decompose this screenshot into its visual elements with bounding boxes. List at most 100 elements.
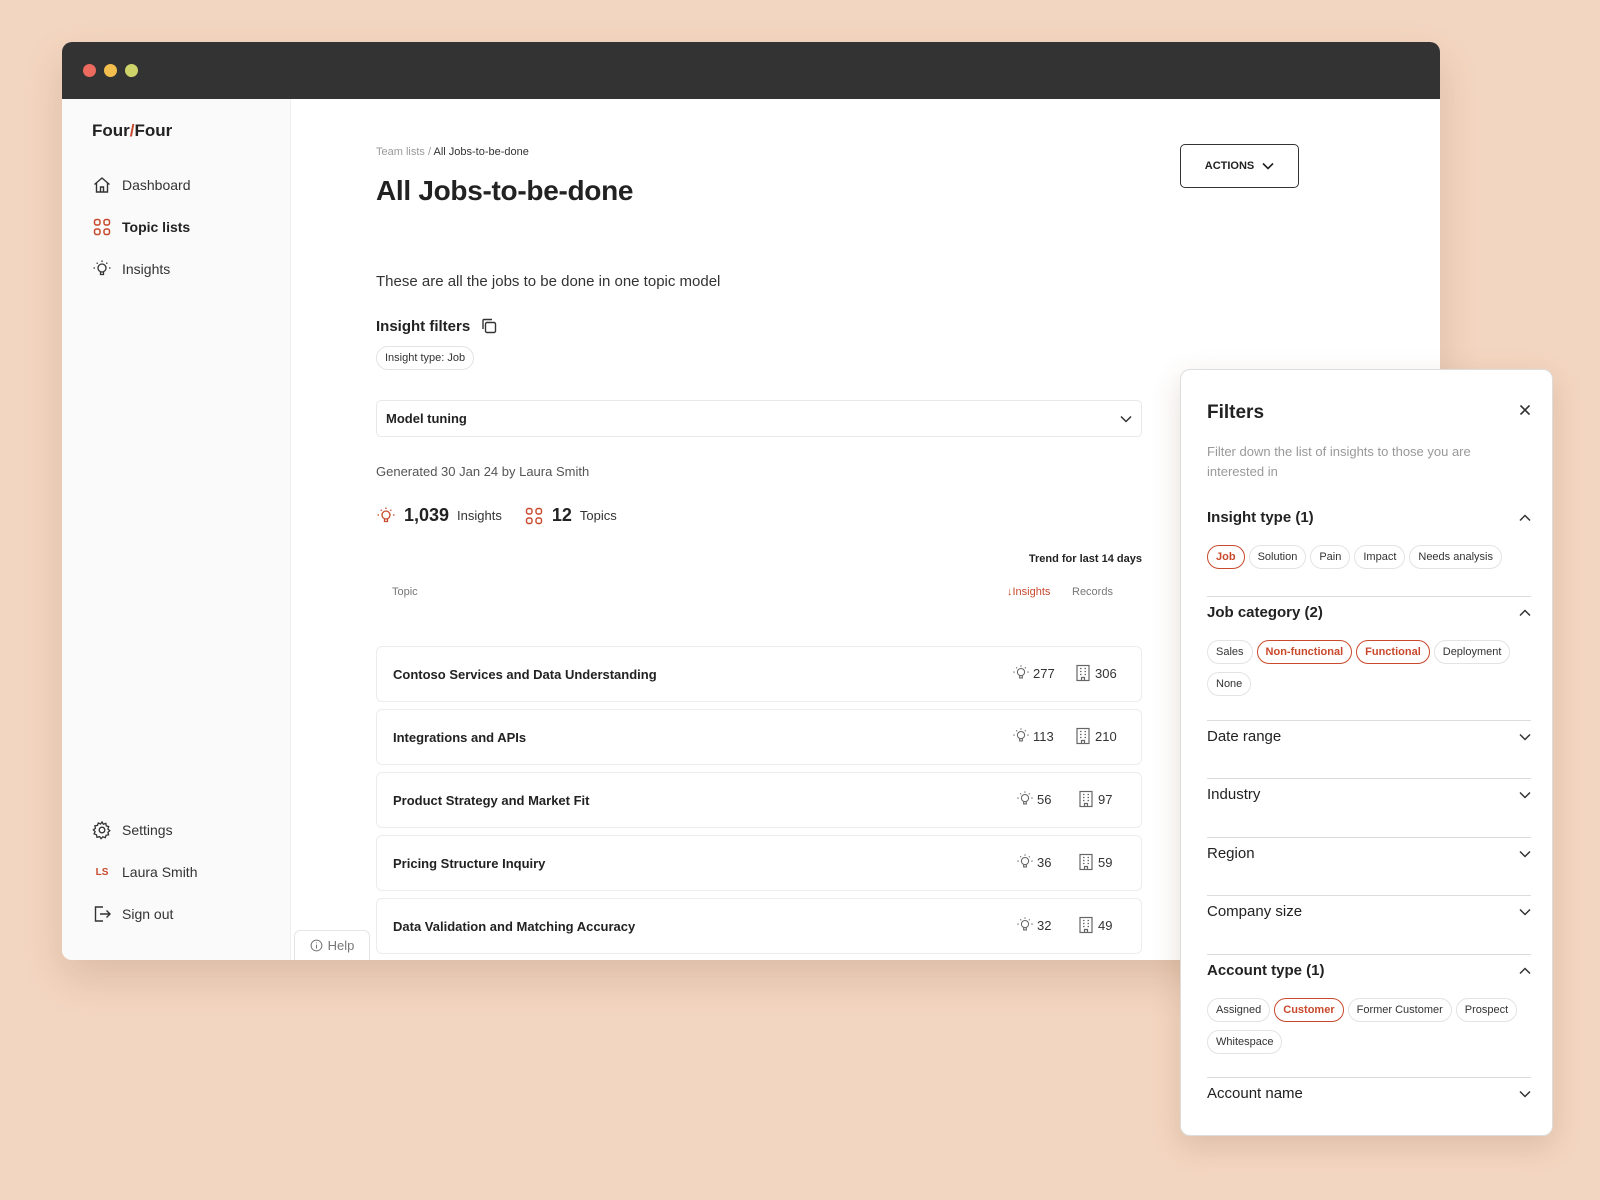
table-row[interactable]: Contoso Services and Data Understanding …	[376, 646, 1142, 702]
lightbulb-icon	[1013, 728, 1029, 742]
close-window-button[interactable]	[83, 64, 96, 77]
region-section-header[interactable]: Region	[1207, 845, 1531, 862]
page-description: These are all the jobs to be done in one…	[376, 273, 721, 290]
filter-chip-sales[interactable]: Sales	[1207, 640, 1253, 664]
lightbulb-icon	[1017, 917, 1033, 931]
filter-chip-none[interactable]: None	[1207, 672, 1252, 696]
filter-chip-impact[interactable]: Impact	[1354, 545, 1406, 569]
building-icon	[1076, 664, 1090, 682]
close-icon[interactable]	[1517, 402, 1533, 418]
table-row[interactable]: Product Strategy and Market Fit 56 97	[376, 772, 1142, 828]
sidebar-item-dashboard[interactable]: Dashboard	[92, 175, 191, 195]
user-name: Laura Smith	[122, 864, 198, 880]
filter-chip-functional[interactable]: Functional	[1356, 640, 1430, 664]
filter-chip-job[interactable]: Job	[1207, 545, 1245, 569]
filters-description: Filter down the list of insights to thos…	[1207, 444, 1471, 479]
chevron-down-icon	[1519, 850, 1531, 858]
help-label: Help	[327, 938, 355, 953]
topic-name: Data Validation and Matching Accuracy	[393, 919, 636, 934]
section-divider	[1207, 895, 1531, 896]
column-header-insights[interactable]: ↓Insights	[1007, 586, 1050, 598]
window-titlebar	[62, 42, 1440, 99]
filter-chip-whitespace[interactable]: Whitespace	[1207, 1030, 1283, 1054]
date-range-label: Date range	[1207, 728, 1282, 745]
breadcrumb-separator: /	[427, 146, 432, 158]
row-insights: 113	[1012, 727, 1054, 745]
maximize-window-button[interactable]	[125, 64, 138, 77]
chevron-down-icon	[1519, 908, 1531, 916]
insights-label: Insights	[457, 508, 502, 523]
avatar: LS	[95, 866, 109, 878]
row-insights: 32	[1016, 916, 1051, 934]
row-records: 306	[1074, 664, 1117, 682]
stats-summary: 1,039 Insights 12 Topics	[376, 505, 617, 526]
account-type-label: Account type (1)	[1207, 962, 1325, 979]
job-category-section-header[interactable]: Job category (2)	[1207, 604, 1531, 621]
sidebar-item-label: Settings	[122, 822, 173, 838]
company-size-section-header[interactable]: Company size	[1207, 903, 1531, 920]
sidebar-item-insights[interactable]: Insights	[92, 259, 170, 279]
row-insights: 36	[1016, 853, 1051, 871]
insights-value: 56	[1037, 791, 1052, 807]
table-row[interactable]: Data Validation and Matching Accuracy 32…	[376, 898, 1142, 954]
copy-icon[interactable]	[480, 317, 498, 335]
sidebar-item-topic-lists[interactable]: Topic lists	[92, 217, 190, 237]
topic-name: Product Strategy and Market Fit	[393, 793, 590, 808]
section-divider	[1207, 1077, 1531, 1078]
help-button[interactable]: Help	[294, 930, 370, 960]
chevron-down-icon	[1262, 162, 1274, 170]
filter-chip-assigned[interactable]: Assigned	[1207, 998, 1271, 1022]
logo-text-left: Four	[92, 121, 130, 140]
chevron-up-icon	[1519, 608, 1531, 616]
sidebar-item-settings[interactable]: Settings	[92, 820, 173, 840]
row-records: 59	[1077, 853, 1112, 871]
building-icon	[1079, 853, 1093, 871]
breadcrumb-parent-link[interactable]: Team lists	[376, 146, 425, 158]
chevron-down-icon	[1120, 415, 1132, 423]
trend-label: Trend for last 14 days	[1028, 553, 1142, 565]
row-insights: 277	[1012, 664, 1055, 682]
topic-name: Integrations and APIs	[393, 730, 527, 745]
page-title: All Jobs-to-be-done	[376, 175, 634, 206]
filter-chip-customer[interactable]: Customer	[1274, 998, 1344, 1022]
account-type-chips: Assigned Customer Former Customer Prospect W…	[1207, 998, 1537, 1054]
insights-value: 36	[1037, 854, 1052, 870]
model-tuning-dropdown[interactable]: Model tuning	[376, 400, 1142, 437]
topics-stat: 12 Topics	[524, 505, 617, 526]
column-header-insights-label: Insights	[1012, 586, 1051, 598]
filter-chip-prospect[interactable]: Prospect	[1455, 998, 1518, 1022]
table-row[interactable]: Pricing Structure Inquiry 36 59	[376, 835, 1142, 891]
actions-button[interactable]: ACTIONS	[1180, 144, 1299, 188]
sidebar-item-user[interactable]: LS Laura Smith	[92, 862, 198, 882]
column-header-topic[interactable]: Topic	[392, 586, 418, 598]
account-type-section-header[interactable]: Account type (1)	[1207, 962, 1531, 979]
chevron-up-icon	[1519, 513, 1531, 521]
sidebar-item-label: Sign out	[122, 906, 174, 922]
minimize-window-button[interactable]	[104, 64, 117, 77]
filter-chip-pain[interactable]: Pain	[1310, 545, 1351, 569]
account-name-label: Account name	[1207, 1085, 1303, 1102]
insight-filters-heading: Insight filters	[376, 317, 498, 335]
insight-type-section-header[interactable]: Insight type (1)	[1207, 509, 1531, 526]
generated-info: Generated 30 Jan 24 by Laura Smith	[376, 464, 590, 479]
filter-chip-deployment[interactable]: Deployment	[1433, 640, 1511, 664]
gear-icon	[92, 820, 111, 840]
sidebar-item-sign-out[interactable]: Sign out	[92, 904, 173, 924]
sidebar-item-label: Topic lists	[122, 219, 191, 235]
grid-icon	[93, 218, 111, 236]
app-logo[interactable]: Four/Four	[92, 121, 172, 141]
filter-chip-former-customer[interactable]: Former Customer	[1347, 998, 1452, 1022]
filter-chip-needs-analysis[interactable]: Needs analysis	[1409, 545, 1502, 569]
table-row[interactable]: Integrations and APIs 113 210	[376, 709, 1142, 765]
building-icon	[1079, 790, 1093, 808]
filter-chip-solution[interactable]: Solution	[1248, 545, 1307, 569]
column-header-records[interactable]: Records	[1072, 586, 1113, 598]
industry-section-header[interactable]: Industry	[1207, 786, 1531, 803]
insight-filter-chip[interactable]: Insight type: Job	[376, 346, 475, 370]
filter-chip-non-functional[interactable]: Non-functional	[1256, 640, 1353, 664]
sidebar: Four/Four Dashboard Topic lists Insights…	[62, 99, 291, 960]
account-name-section-header[interactable]: Account name	[1207, 1085, 1531, 1102]
date-range-section-header[interactable]: Date range	[1207, 728, 1531, 745]
lightbulb-icon	[93, 260, 111, 276]
section-divider	[1207, 954, 1531, 955]
